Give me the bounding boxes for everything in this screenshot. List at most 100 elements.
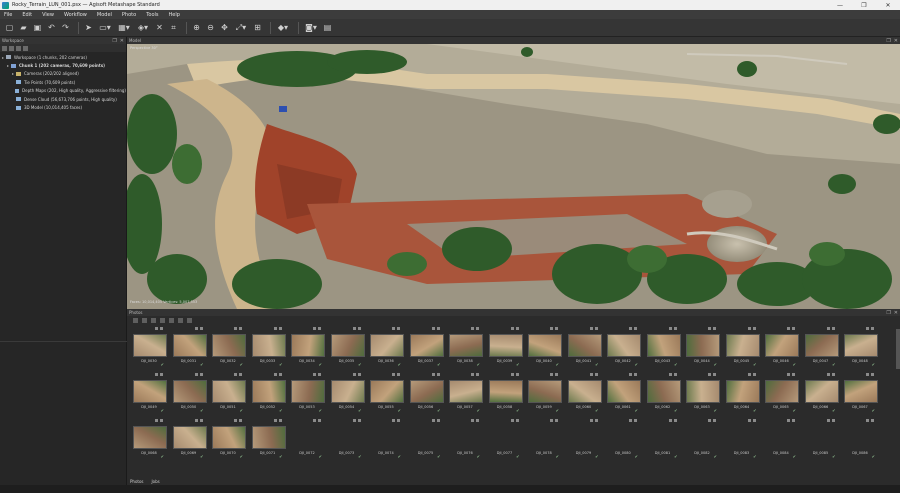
tree-item[interactable]: Depth Maps (202, High quality, Aggressiv…: [0, 87, 126, 95]
maximize-button[interactable]: ❐: [852, 0, 876, 10]
rectangle-selection-icon[interactable]: ▭▾: [97, 22, 113, 33]
photo-thumbnail[interactable]: DJI_0082 ✔: [684, 419, 720, 459]
menu-photo[interactable]: Photo: [122, 12, 136, 18]
add-marker-icon[interactable]: [16, 45, 21, 51]
undock-icon[interactable]: ❐: [886, 38, 890, 44]
photo-thumbnail[interactable]: DJI_0069 ✔: [171, 419, 207, 459]
new-project-icon[interactable]: ▢: [4, 22, 15, 33]
photo-thumbnail[interactable]: DJI_0037 ✔: [408, 327, 444, 367]
model-view-icon[interactable]: ◆▾: [275, 22, 291, 33]
photo-thumbnail[interactable]: DJI_0065 ✔: [763, 373, 799, 413]
photo-thumbnail[interactable]: DJI_0036 ✔: [368, 327, 404, 367]
photo-thumbnail[interactable]: DJI_0049 ✔: [131, 373, 167, 413]
photo-thumbnail[interactable]: DJI_0083 ✔: [724, 419, 760, 459]
photo-thumbnail[interactable]: DJI_0075 ✔: [408, 419, 444, 459]
undock-icon[interactable]: ❐: [886, 310, 890, 316]
pane-close-icon[interactable]: ✕: [894, 38, 898, 44]
photo-thumbnail[interactable]: DJI_0059 ✔: [526, 373, 562, 413]
photo-thumbnail[interactable]: DJI_0040 ✔: [526, 327, 562, 367]
tree-item[interactable]: ▸ Cameras (202/202 aligned): [0, 70, 126, 78]
redo-icon[interactable]: ↷: [60, 22, 71, 33]
photo-thumbnail[interactable]: DJI_0070 ✔: [210, 419, 246, 459]
model-viewport[interactable]: Perspective 30° Faces: 10,014,405 Vertic…: [127, 44, 900, 309]
photo-thumbnail[interactable]: DJI_0041 ✔: [566, 327, 602, 367]
photo-thumbnail[interactable]: DJI_0067 ✔: [842, 373, 878, 413]
menu-file[interactable]: File: [4, 12, 12, 18]
navigation-cursor-icon[interactable]: ➤: [83, 22, 94, 33]
photo-thumbnail[interactable]: DJI_0077 ✔: [487, 419, 523, 459]
open-project-icon[interactable]: ▰: [18, 22, 29, 33]
undock-icon[interactable]: ❐: [112, 38, 116, 44]
photo-thumbnail[interactable]: DJI_0057 ✔: [447, 373, 483, 413]
photo-thumbnail[interactable]: DJI_0063 ✔: [684, 373, 720, 413]
photo-thumbnail[interactable]: DJI_0038 ✔: [447, 327, 483, 367]
camera-icon[interactable]: ◙▾: [303, 22, 319, 33]
pane-close-icon[interactable]: ✕: [894, 310, 898, 316]
photo-thumbnail[interactable]: DJI_0056 ✔: [408, 373, 444, 413]
menu-model[interactable]: Model: [97, 12, 112, 18]
photo-thumbnail[interactable]: DJI_0047 ✔: [803, 327, 839, 367]
photo-thumbnail[interactable]: DJI_0055 ✔: [368, 373, 404, 413]
photos-scrollbar[interactable]: [896, 329, 900, 369]
photo-thumbnail[interactable]: DJI_0031 ✔: [171, 327, 207, 367]
photo-thumbnail[interactable]: DJI_0048 ✔: [842, 327, 878, 367]
photo-thumbnail[interactable]: DJI_0062 ✔: [645, 373, 681, 413]
photo-thumbnail[interactable]: DJI_0050 ✔: [171, 373, 207, 413]
reset-view-icon[interactable]: ⤢▾: [233, 22, 249, 33]
add-chunk-icon[interactable]: [2, 45, 7, 51]
enable-icon[interactable]: [169, 318, 174, 323]
tree-item[interactable]: Tie Points (70,609 points): [0, 78, 126, 86]
photo-thumbnail[interactable]: DJI_0085 ✔: [803, 419, 839, 459]
close-button[interactable]: ✕: [876, 0, 900, 10]
photo-thumbnail[interactable]: DJI_0071 ✔: [250, 419, 286, 459]
photo-thumbnail[interactable]: DJI_0084 ✔: [763, 419, 799, 459]
delete-selection-icon[interactable]: ✕: [154, 22, 165, 33]
photo-thumbnail[interactable]: DJI_0061 ✔: [605, 373, 641, 413]
tab-jobs[interactable]: Jobs: [152, 479, 160, 484]
reset-filter-icon[interactable]: [142, 318, 147, 323]
add-photos-icon[interactable]: [9, 45, 14, 51]
photo-thumbnail[interactable]: DJI_0073 ✔: [329, 419, 365, 459]
photo-thumbnail[interactable]: DJI_0072 ✔: [289, 419, 325, 459]
photo-thumbnail[interactable]: DJI_0080 ✔: [605, 419, 641, 459]
menu-help[interactable]: Help: [169, 12, 180, 18]
menu-workflow[interactable]: Workflow: [64, 12, 87, 18]
photo-thumbnail[interactable]: DJI_0068 ✔: [131, 419, 167, 459]
zoom-out-icon[interactable]: ⊖: [205, 22, 216, 33]
photo-thumbnail[interactable]: DJI_0053 ✔: [289, 373, 325, 413]
photo-thumbnail[interactable]: DJI_0079 ✔: [566, 419, 602, 459]
menu-tools[interactable]: Tools: [146, 12, 158, 18]
menu-view[interactable]: View: [42, 12, 54, 18]
photo-thumbnail[interactable]: DJI_0039 ✔: [487, 327, 523, 367]
rotate-left-icon[interactable]: [151, 318, 156, 323]
photo-thumbnail[interactable]: DJI_0043 ✔: [645, 327, 681, 367]
tree-item[interactable]: ▸ Workspace (1 chunks, 202 cameras): [0, 53, 126, 61]
pane-close-icon[interactable]: ✕: [120, 38, 124, 44]
crop-selection-icon[interactable]: ⌗: [168, 22, 179, 33]
tab-photos[interactable]: Photos: [130, 479, 144, 484]
photo-thumbnail[interactable]: DJI_0033 ✔: [250, 327, 286, 367]
photo-thumbnail[interactable]: DJI_0044 ✔: [684, 327, 720, 367]
zoom-in-icon[interactable]: ⊕: [191, 22, 202, 33]
photo-thumbnail[interactable]: DJI_0034 ✔: [289, 327, 325, 367]
grid-icon[interactable]: ⊞: [252, 22, 263, 33]
photo-thumbnail[interactable]: DJI_0042 ✔: [605, 327, 641, 367]
move-icon[interactable]: ✥: [219, 22, 230, 33]
photo-thumbnail[interactable]: DJI_0051 ✔: [210, 373, 246, 413]
rotate-right-icon[interactable]: [160, 318, 165, 323]
photo-thumbnail[interactable]: DJI_0064 ✔: [724, 373, 760, 413]
save-project-icon[interactable]: ▣: [32, 22, 43, 33]
menu-edit[interactable]: Edit: [22, 12, 32, 18]
photo-thumbnail[interactable]: DJI_0045 ✔: [724, 327, 760, 367]
view-mode-icon[interactable]: [187, 318, 192, 323]
rotate-object-icon[interactable]: ◈▾: [135, 22, 151, 33]
minimize-button[interactable]: —: [828, 0, 852, 10]
photo-thumbnail[interactable]: DJI_0035 ✔: [329, 327, 365, 367]
photo-thumbnail[interactable]: DJI_0078 ✔: [526, 419, 562, 459]
photo-thumbnail[interactable]: DJI_0086 ✔: [842, 419, 878, 459]
show-info-icon[interactable]: ▤: [322, 22, 333, 33]
resize-region-icon[interactable]: ▦▾: [116, 22, 132, 33]
undo-icon[interactable]: ↶: [46, 22, 57, 33]
photo-thumbnail[interactable]: DJI_0030 ✔: [131, 327, 167, 367]
remove-items-icon[interactable]: [23, 45, 28, 51]
